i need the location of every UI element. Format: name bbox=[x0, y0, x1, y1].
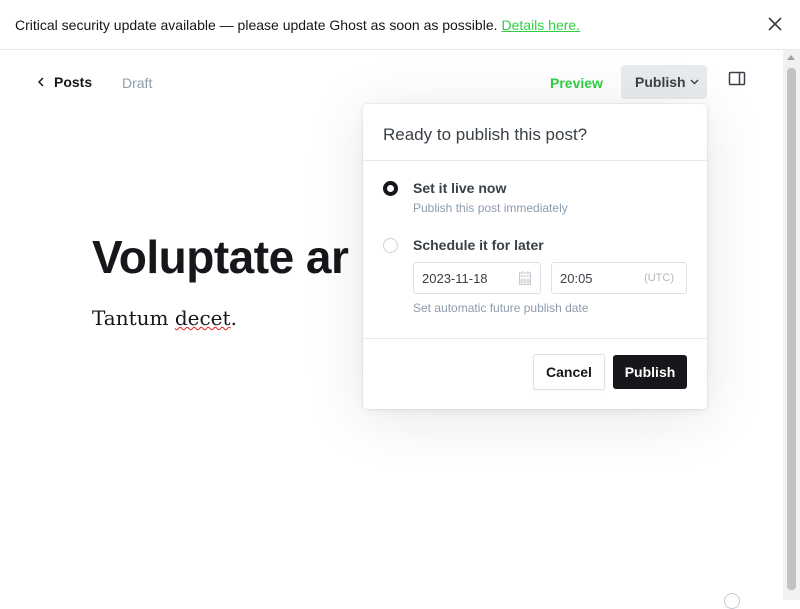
radio-unselected-icon[interactable] bbox=[383, 238, 398, 253]
schedule-date-input[interactable]: 2023-11-18 bbox=[413, 262, 541, 294]
back-to-posts-link[interactable]: Posts bbox=[38, 74, 92, 90]
publish-menu-label: Publish bbox=[635, 74, 686, 90]
publish-popover: Ready to publish this post? Set it live … bbox=[363, 104, 707, 409]
security-update-banner: Critical security update available — ple… bbox=[0, 0, 800, 50]
banner-details-link[interactable]: Details here. bbox=[502, 17, 581, 33]
cancel-button[interactable]: Cancel bbox=[533, 354, 605, 390]
popover-divider bbox=[363, 338, 707, 339]
schedule-time-input[interactable]: 20:05 (UTC) bbox=[551, 262, 687, 294]
publish-button[interactable]: Publish bbox=[613, 355, 687, 389]
back-label: Posts bbox=[54, 74, 93, 90]
body-text-end: . bbox=[230, 306, 237, 330]
chevron-down-icon bbox=[690, 79, 699, 85]
misspelled-word: decet bbox=[174, 306, 231, 330]
option-hint: Set automatic future publish date bbox=[413, 301, 589, 315]
banner-message: Critical security update available — ple… bbox=[15, 16, 498, 33]
body-text-start: Tantum bbox=[92, 306, 175, 330]
post-status: Draft bbox=[122, 75, 153, 91]
preview-button[interactable]: Preview bbox=[550, 75, 603, 91]
help-icon[interactable] bbox=[724, 593, 740, 609]
calendar-icon[interactable] bbox=[519, 271, 531, 288]
scrollbar-thumb[interactable] bbox=[787, 68, 796, 590]
page-scrollbar[interactable] bbox=[783, 50, 800, 600]
publish-popover-heading: Ready to publish this post? bbox=[363, 104, 707, 161]
scroll-up-arrow-icon[interactable] bbox=[787, 55, 795, 60]
timezone-label: (UTC) bbox=[644, 272, 674, 284]
time-value: 20:05 bbox=[560, 271, 593, 286]
option-label: Schedule it for later bbox=[413, 237, 544, 253]
option-hint: Publish this post immediately bbox=[413, 201, 568, 215]
post-body[interactable]: Tantum decet. bbox=[92, 306, 237, 330]
chevron-left-icon bbox=[38, 77, 44, 87]
publish-menu-button[interactable]: Publish bbox=[621, 65, 707, 99]
sidebar-toggle-icon[interactable] bbox=[728, 70, 746, 88]
post-title[interactable]: Voluptate ar bbox=[92, 230, 349, 284]
option-label: Set it live now bbox=[413, 180, 507, 196]
close-icon[interactable] bbox=[765, 14, 785, 34]
radio-selected-icon[interactable] bbox=[383, 181, 398, 196]
date-value: 2023-11-18 bbox=[422, 271, 488, 286]
